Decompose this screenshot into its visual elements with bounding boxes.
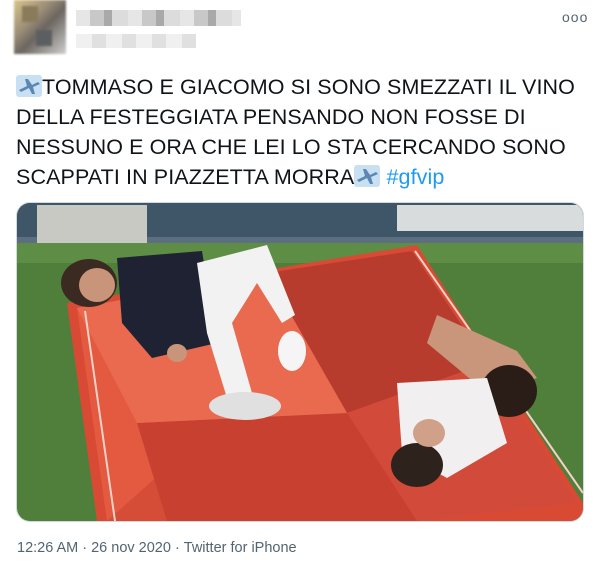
tweet-text: TOMMASO E GIACOMO SI SONO SMEZZATI IL VI… — [16, 72, 582, 192]
more-options-icon[interactable]: ooo — [562, 10, 587, 24]
tweet-header: ooo — [14, 0, 587, 60]
tweet-text-line: TOMMASO E GIACOMO SI SONO SMEZZATI IL VI… — [16, 72, 582, 102]
tweet-meta: 12:26 AM · 26 nov 2020 · Twitter for iPhone — [17, 538, 297, 558]
photo-image — [17, 203, 583, 521]
tweet-text-line-2: DELLA FESTEGGIATA PENSANDO NON FOSSE DI — [16, 105, 526, 129]
tweet-time[interactable]: 12:26 AM — [17, 540, 78, 556]
tweet-text-line-4: SCAPPATI IN PIAZZETTA MORRA — [16, 165, 355, 189]
avatar[interactable] — [14, 0, 66, 54]
airplane-icon — [16, 75, 42, 97]
tweet-text-line-3: NESSUNO E ORA CHE LEI LO STA CERCANDO SO… — [16, 135, 566, 159]
airplane-icon — [354, 165, 381, 187]
tweet-source[interactable]: Twitter for iPhone — [184, 540, 297, 556]
author-name-redacted[interactable] — [76, 10, 241, 26]
tweet-photo[interactable] — [16, 202, 584, 522]
author-handle-redacted — [76, 34, 196, 48]
tweet-date[interactable]: 26 nov 2020 — [91, 540, 171, 556]
tweet-text-line: SCAPPATI IN PIAZZETTA MORRA #gfvip — [16, 162, 582, 192]
meta-separator: · — [174, 540, 180, 556]
tweet-text-line-1: TOMMASO E GIACOMO SI SONO SMEZZATI IL VI… — [42, 75, 575, 99]
hashtag-link[interactable]: #gfvip — [386, 165, 444, 189]
tweet-card[interactable]: ooo TOMMASO E GIACOMO SI SONO SMEZZATI I… — [0, 0, 597, 569]
meta-separator: · — [82, 540, 88, 556]
